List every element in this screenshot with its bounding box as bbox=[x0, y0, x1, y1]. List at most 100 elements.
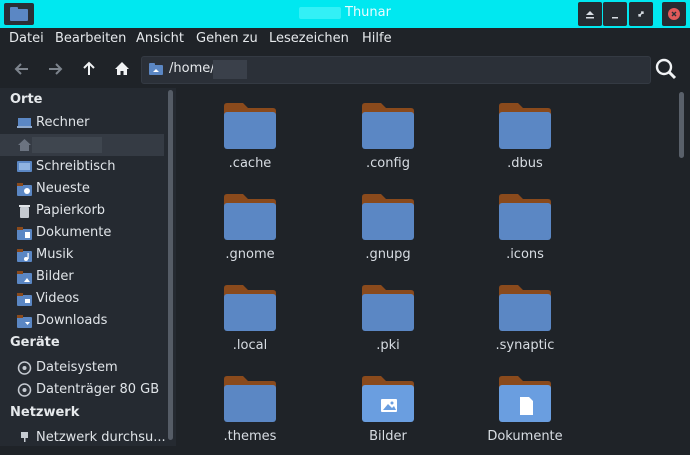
title-bar: Thunar bbox=[0, 0, 690, 28]
maximize-icon bbox=[638, 11, 644, 17]
file-item[interactable]: .config bbox=[333, 94, 443, 182]
forward-button[interactable] bbox=[43, 57, 67, 81]
file-item[interactable]: .gnupg bbox=[333, 185, 443, 273]
file-name: .config bbox=[366, 156, 410, 171]
menu-gehen-zu[interactable]: Gehen zu bbox=[196, 31, 258, 46]
folder-icon bbox=[362, 194, 414, 240]
sidebar-item-rechner[interactable]: Rechner bbox=[0, 112, 164, 134]
pictures-folder-icon bbox=[17, 271, 32, 284]
file-name: .gnome bbox=[225, 247, 275, 262]
home-icon bbox=[18, 139, 31, 151]
minimize-button[interactable] bbox=[603, 2, 627, 26]
folder-icon bbox=[362, 285, 414, 331]
menu-lesezeichen[interactable]: Lesezeichen bbox=[269, 31, 349, 46]
home-folder-icon bbox=[149, 63, 163, 75]
file-name: Dokumente bbox=[487, 429, 563, 444]
pictures-folder-icon bbox=[362, 376, 414, 422]
desktop-icon bbox=[17, 161, 32, 172]
file-name: .cache bbox=[228, 156, 272, 171]
folder-icon bbox=[224, 376, 276, 422]
file-view-scrollbar[interactable] bbox=[679, 92, 684, 158]
documents-folder-icon bbox=[17, 227, 32, 240]
drive-icon bbox=[17, 383, 32, 397]
recent-folder-icon bbox=[17, 183, 32, 196]
sidebar-item-dateisystem[interactable]: Dateisystem bbox=[0, 357, 164, 379]
shade-icon bbox=[586, 11, 594, 19]
sidebar-item-musik[interactable]: Musik bbox=[0, 244, 164, 266]
file-name: .themes bbox=[223, 429, 277, 444]
file-item[interactable]: .local bbox=[195, 276, 305, 364]
file-name: .gnupg bbox=[365, 247, 411, 262]
home-icon bbox=[115, 62, 129, 75]
search-icon bbox=[655, 58, 677, 80]
close-icon bbox=[668, 8, 680, 20]
arrow-right-icon bbox=[49, 63, 63, 75]
file-item[interactable]: Bilder bbox=[333, 367, 443, 455]
up-button[interactable] bbox=[77, 57, 101, 81]
sidebar: Orte Rechner Schreibtisch Neueste Papier… bbox=[0, 88, 176, 446]
folder-icon bbox=[224, 103, 276, 149]
file-item[interactable]: .pki bbox=[333, 276, 443, 364]
downloads-folder-icon bbox=[17, 315, 32, 328]
sidebar-scrollbar[interactable] bbox=[168, 90, 173, 440]
file-name: .synaptic bbox=[495, 338, 555, 353]
toolbar: /home/ bbox=[0, 50, 690, 88]
menu-bearbeiten[interactable]: Bearbeiten bbox=[55, 31, 126, 46]
redacted-username bbox=[213, 60, 247, 79]
arrow-up-icon bbox=[83, 61, 95, 75]
redacted-username bbox=[299, 6, 341, 19]
sidebar-item-videos[interactable]: Videos bbox=[0, 288, 164, 310]
search-button[interactable] bbox=[654, 57, 680, 83]
file-name: .icons bbox=[506, 247, 544, 262]
sidebar-item-dokumente[interactable]: Dokumente bbox=[0, 222, 164, 244]
file-name: .local bbox=[232, 338, 268, 353]
videos-folder-icon bbox=[17, 293, 32, 306]
menu-ansicht[interactable]: Ansicht bbox=[136, 31, 184, 46]
menu-hilfe[interactable]: Hilfe bbox=[362, 31, 392, 46]
redacted-username bbox=[32, 137, 102, 153]
close-button[interactable] bbox=[662, 2, 686, 26]
home-button[interactable] bbox=[110, 57, 134, 81]
sidebar-heading-netzwerk: Netzwerk bbox=[10, 405, 80, 420]
menu-bar: Datei Bearbeiten Ansicht Gehen zu Leseze… bbox=[0, 28, 690, 50]
sidebar-item-papierkorb[interactable]: Papierkorb bbox=[0, 200, 164, 222]
file-name: .dbus bbox=[507, 156, 543, 171]
file-view: .cache .config .dbus .gnome .gnupg .icons .loc… bbox=[178, 88, 690, 446]
sidebar-heading-geraete: Geräte bbox=[10, 335, 60, 350]
sidebar-item-home[interactable] bbox=[0, 134, 164, 156]
folder-icon bbox=[499, 285, 551, 331]
back-button[interactable] bbox=[10, 57, 34, 81]
folder-icon bbox=[362, 103, 414, 149]
sidebar-item-downloads[interactable]: Downloads bbox=[0, 310, 164, 332]
sidebar-item-schreibtisch[interactable]: Schreibtisch bbox=[0, 156, 164, 178]
file-item[interactable]: .gnome bbox=[195, 185, 305, 273]
drive-icon bbox=[17, 361, 32, 375]
file-item[interactable]: .icons bbox=[470, 185, 580, 273]
sidebar-item-datentraeger[interactable]: Datenträger 80 GB bbox=[0, 379, 164, 401]
file-item[interactable]: Dokumente bbox=[470, 367, 580, 455]
folder-icon bbox=[499, 103, 551, 149]
shade-button[interactable] bbox=[578, 2, 602, 26]
sidebar-heading-orte: Orte bbox=[10, 92, 43, 107]
file-item[interactable]: .synaptic bbox=[470, 276, 580, 364]
maximize-button[interactable] bbox=[629, 2, 653, 26]
folder-icon bbox=[224, 194, 276, 240]
menu-datei[interactable]: Datei bbox=[9, 31, 44, 46]
file-name: Bilder bbox=[369, 429, 407, 444]
location-bar[interactable]: /home/ bbox=[141, 56, 651, 84]
music-folder-icon bbox=[17, 249, 32, 262]
sidebar-item-neueste[interactable]: Neueste bbox=[0, 178, 164, 200]
sidebar-item-bilder[interactable]: Bilder bbox=[0, 266, 164, 288]
minimize-icon bbox=[612, 17, 618, 19]
location-path: /home/ bbox=[169, 61, 215, 76]
file-item[interactable]: .dbus bbox=[470, 94, 580, 182]
file-item[interactable]: .cache bbox=[195, 94, 305, 182]
documents-folder-icon bbox=[499, 376, 551, 422]
computer-icon bbox=[17, 118, 32, 128]
file-item[interactable]: .themes bbox=[195, 367, 305, 455]
trash-icon bbox=[19, 205, 30, 218]
folder-icon bbox=[499, 194, 551, 240]
network-icon bbox=[21, 432, 28, 442]
folder-icon bbox=[224, 285, 276, 331]
arrow-left-icon bbox=[14, 63, 28, 75]
